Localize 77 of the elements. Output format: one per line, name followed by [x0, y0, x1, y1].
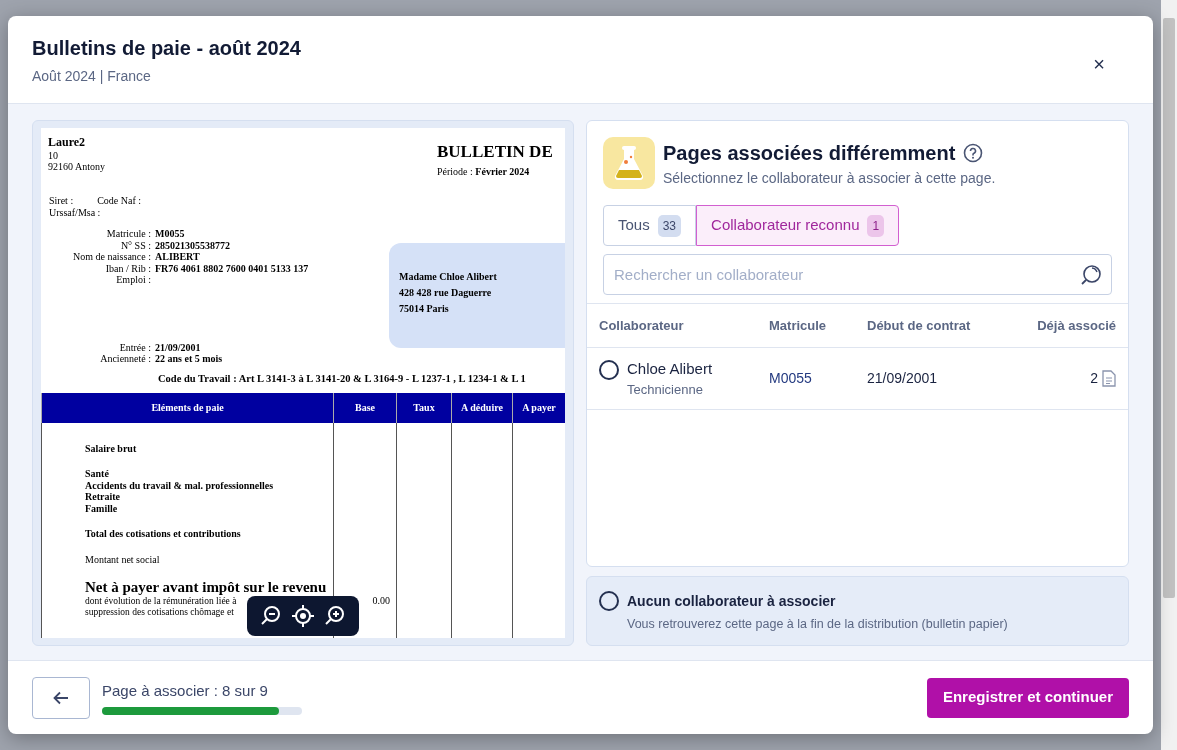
column-header: Base [333, 392, 396, 423]
field-label: Ancienneté : [99, 353, 151, 365]
close-button[interactable]: × [1087, 50, 1111, 78]
address-line: Madame Chloe Alibert [399, 270, 498, 285]
target-icon[interactable] [291, 604, 315, 628]
field-value: 285021305538772 [155, 239, 230, 252]
doc-text: Code Naf : [97, 195, 142, 207]
matricule-text: M0055 [769, 369, 813, 388]
filter-tab[interactable]: Tous 33 [603, 205, 697, 246]
payslip-line: Accidents du travail & mal. professionnelles [85, 479, 275, 492]
payslip-line: suppression des cotisations chômage et [85, 606, 235, 618]
column-header: Matricule [769, 316, 828, 335]
field-label: N° SS : [119, 239, 151, 252]
field-value: 22 ans et 5 mois [155, 353, 223, 365]
option-title: Aucun collaborateur à associer [627, 592, 837, 611]
field-value: FR76 4061 8802 7600 0401 5133 137 [155, 262, 309, 275]
column-header: Taux [396, 392, 451, 423]
arrow-left-icon [53, 690, 69, 705]
column-header: A déduire [451, 392, 512, 423]
period-text: Période : Février 2024 [437, 165, 531, 178]
column-header: Eléments de paie [41, 392, 333, 423]
payslip-line: Famille [85, 502, 119, 515]
doc-text: Siret : [49, 195, 74, 207]
payslip-line: Santé [85, 468, 110, 480]
employee-row[interactable]: Chloe Alibert Technicienne M0055 21/09/2001 2 [587, 348, 1128, 410]
field-label: Iban / Rib : [104, 262, 151, 275]
payslip-line: dont évolution de la rémunération liée à [85, 595, 238, 607]
document-icon [1102, 370, 1116, 387]
count-text: 2 [1090, 369, 1098, 388]
radio-button[interactable] [599, 591, 619, 611]
flask-icon [603, 137, 655, 189]
search-field[interactable]: Rechercher un collaborateur [603, 254, 1112, 295]
panel-title: Pages associées différemment [663, 140, 956, 166]
field-label: Matricule : [105, 228, 151, 240]
tab-label: Collaborateur reconnu [711, 215, 860, 236]
count-badge: 33 [657, 214, 682, 237]
field-label: Emploi : [115, 274, 151, 286]
doc-text: Urssaf/Msa : [49, 206, 102, 219]
payslip-line: Total des cotisations et contributions [85, 528, 242, 540]
document-title: BULLETIN DE [437, 142, 554, 162]
date-text: 21/09/2001 [867, 369, 939, 388]
field-value: ALIBERT [155, 251, 200, 263]
progress-label: Page à associer : 8 sur 9 [102, 680, 269, 701]
address-line: 428 428 rue Daguerre [399, 286, 493, 301]
scrollbar[interactable] [1161, 0, 1177, 750]
modal-subtitle: Août 2024 | France [32, 67, 152, 86]
legal-text: Code du Travail : Art L 3141-3 à L 3141-20 & L 3164-9 - L 1237-1 , L 1234-1 & L 1 [157, 372, 527, 385]
count-badge: 1 [867, 214, 885, 237]
column-header: A payer [512, 392, 565, 423]
help-icon[interactable] [963, 142, 984, 163]
field-value: 21/09/2001 [155, 341, 201, 354]
option-description: Vous retrouverez cette page à la fin de la distribution (bulletin papier) [627, 616, 1008, 633]
field-label: Nom de naissance : [71, 251, 151, 263]
doc-text: 92160 Antony [48, 161, 105, 173]
panel-subtitle: Sélectionnez le collaborateur à associer à cette page. [663, 168, 996, 188]
payslip-line: Salaire brut [85, 442, 138, 455]
amount-text: 0.00 [371, 594, 391, 607]
save-continue-button[interactable]: Enregistrer et continuer [926, 677, 1129, 718]
column-header: Collaborateur [599, 316, 685, 335]
tab-label: Tous [618, 215, 650, 236]
filter-tab[interactable]: Collaborateur reconnu 1 [696, 205, 900, 246]
no-assignment-option[interactable]: Aucun collaborateur à associer Vous retrouverez cette page à la fin de la distribution (bulletin papier) [586, 576, 1129, 646]
column-header: Déjà associé [1036, 316, 1116, 335]
doc-text: 10 [48, 149, 59, 162]
employee-name: Chloe Alibert [627, 358, 713, 379]
search-icon[interactable] [1080, 264, 1102, 286]
field-value: M0055 [155, 228, 185, 240]
payslip-line: Montant net social [85, 553, 161, 566]
radio-button[interactable] [599, 359, 619, 380]
column-header: Début de contrat [867, 316, 972, 335]
field-label: Entrée : [118, 341, 151, 354]
modal-title: Bulletins de paie - août 2024 [32, 36, 301, 60]
payslip-line: Retraite [85, 491, 121, 503]
payslip-line: Net à payer avant impôt sur le revenu [85, 579, 328, 596]
doc-text: Laure2 [48, 136, 87, 150]
employee-role: Technicienne [627, 381, 704, 399]
address-line: 75014 Paris [399, 302, 450, 317]
